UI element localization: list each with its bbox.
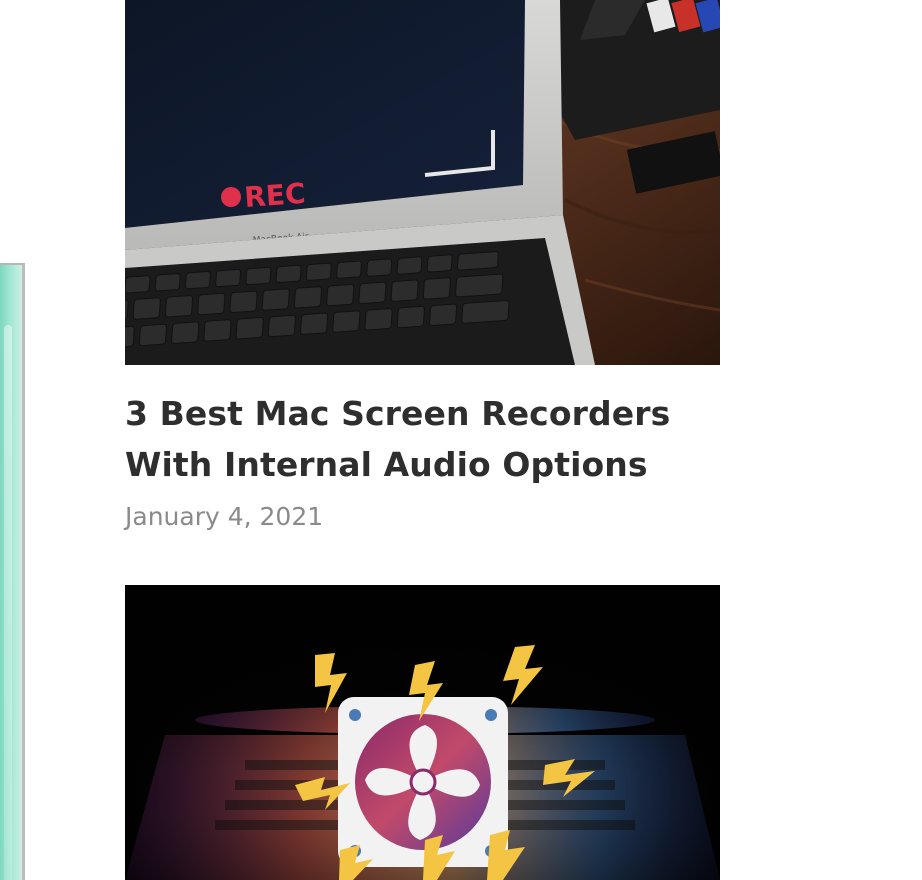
svg-text:REC: REC: [243, 177, 306, 214]
side-panel-edge: [0, 263, 25, 880]
fan-overheating-image: [125, 585, 720, 880]
article-thumbnail-fan[interactable]: [125, 585, 720, 880]
macbook-recording-image: REC MacBook Air: [125, 0, 720, 365]
article-date: January 4, 2021: [125, 502, 324, 531]
page: REC MacBook Air: [0, 0, 922, 880]
article-title-link[interactable]: 3 Best Mac Screen Recorders With Interna…: [125, 388, 745, 490]
article-thumbnail-mac-recorder[interactable]: REC MacBook Air: [125, 0, 720, 365]
